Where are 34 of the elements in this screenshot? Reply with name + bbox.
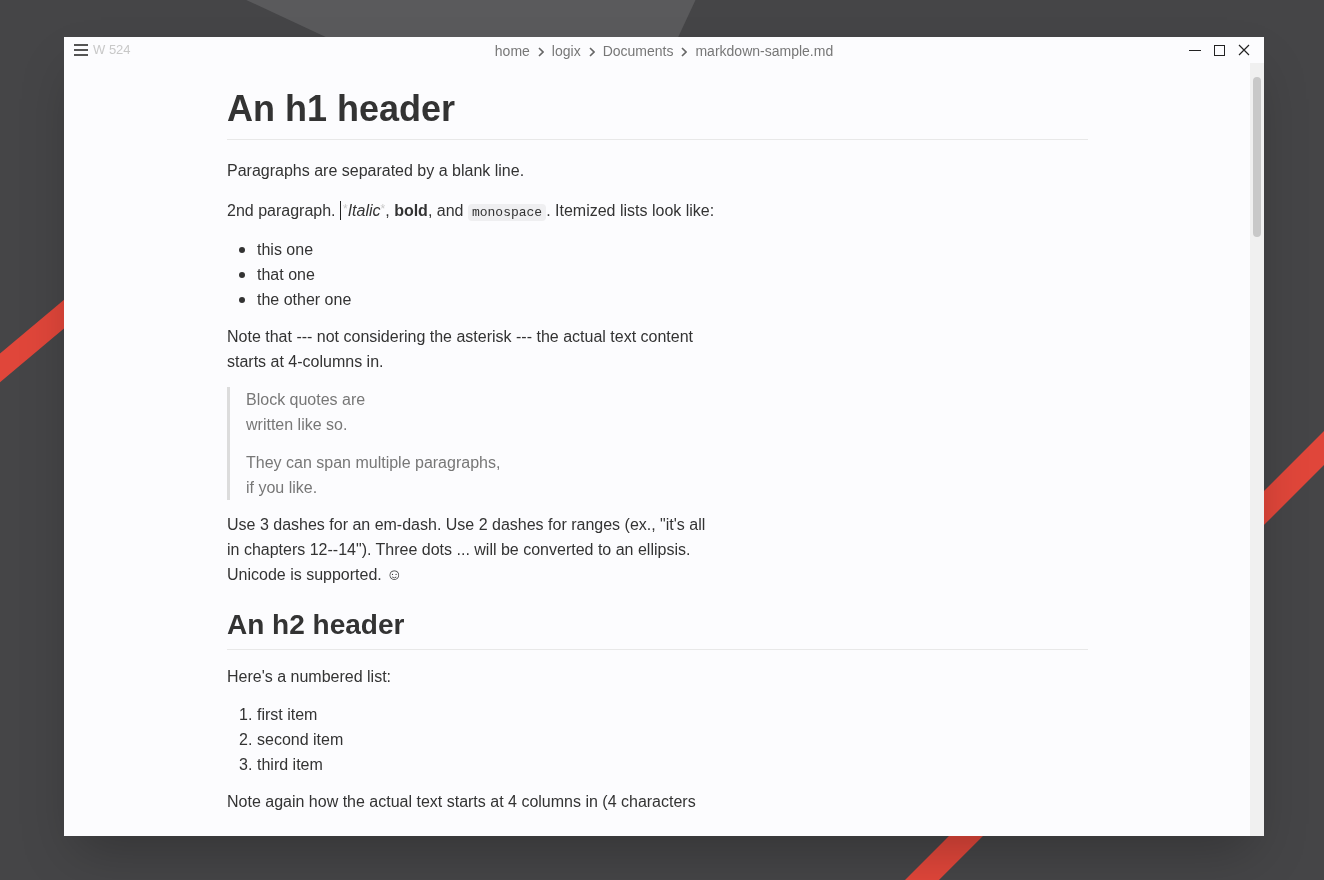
maximize-button[interactable] [1214, 44, 1225, 56]
breadcrumb-link[interactable]: markdown-sample.md [695, 41, 834, 62]
list-item: this one [257, 240, 314, 260]
bullet-icon [239, 296, 245, 303]
heading: An h2 header [227, 607, 1088, 650]
close-button[interactable] [1238, 44, 1250, 56]
list-number: 3. [239, 755, 254, 775]
text-cursor [340, 201, 341, 220]
menu-icon[interactable] [74, 44, 88, 56]
quote-text: Block quotes are written like so. [246, 390, 367, 435]
quote-text: They can span multiple paragraphs, if you like. [246, 453, 502, 498]
list-item: third item [257, 755, 323, 775]
list-number: 1. [239, 705, 254, 725]
chevron-right-icon [588, 46, 595, 57]
chevron-right-icon [537, 46, 544, 57]
list-item: that one [257, 265, 315, 285]
paragraph: Paragraphs are separated by a blank line. [227, 161, 526, 181]
chevron-right-icon [681, 46, 688, 57]
paragraph: Use 3 dashes for an em-dash. Use 2 dashes for ranges (ex., "it's all in chapters 12--14"). Three dots ... will be converted to an ellipsis. Unicode is supported. ☺ [227, 515, 707, 585]
paragraph: 2nd paragraph. $^{*}$Italic$^{*}$, bold, and monospace . Itemized lists look like: [227, 200, 716, 223]
bullet-icon [239, 246, 245, 253]
breadcrumb-link[interactable]: logix [551, 41, 581, 62]
list-number: 2. [239, 730, 254, 750]
paragraph: Note again how the actual text starts at 4 columns in (4 characters [227, 792, 697, 812]
paragraph: Here's a numbered list: [227, 667, 392, 687]
heading: An h1 header [227, 87, 1088, 140]
list-item: first item [257, 705, 318, 725]
list-item: second item [257, 730, 344, 750]
breadcrumb-link[interactable]: Documents [602, 41, 674, 62]
breadcrumb-link[interactable]: home [494, 41, 530, 62]
scrollbar[interactable] [1250, 63, 1264, 836]
bullet-icon [239, 271, 245, 278]
paragraph: Note that --- not considering the asterisk --- the actual text content starts at 4-columns in. [227, 327, 694, 372]
list-item: the other one [257, 290, 352, 310]
